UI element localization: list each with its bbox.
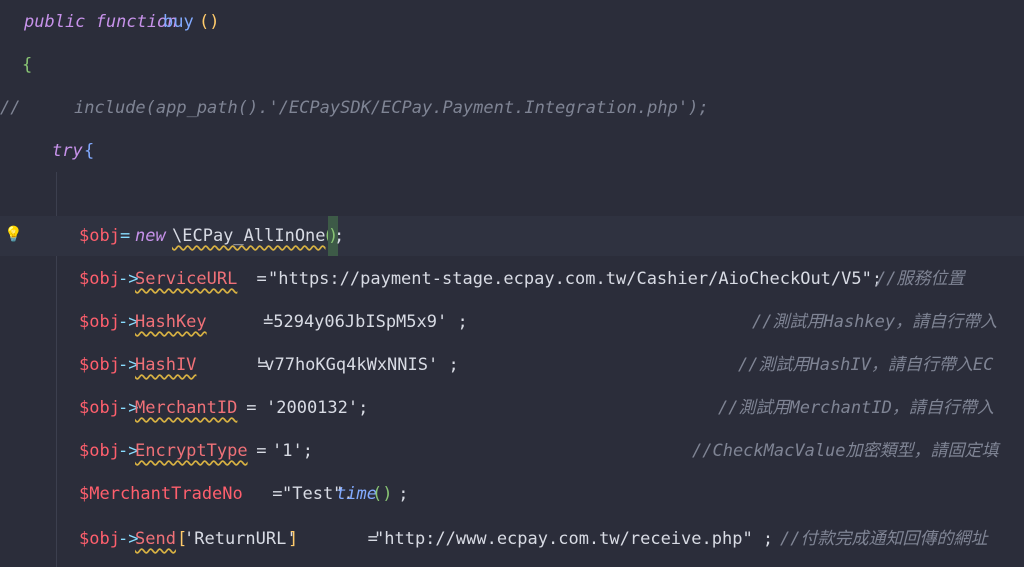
- code-line-3[interactable]: // include(app_path().'/ECPaySDK/ECPay.P…: [0, 88, 1024, 128]
- variable-obj: $obj: [79, 312, 120, 332]
- property-merchant-id: MerchantID: [135, 398, 238, 418]
- code-line-5[interactable]: [0, 174, 1024, 214]
- property-hash-key: HashKey: [135, 312, 207, 332]
- variable-obj: $obj: [79, 529, 120, 549]
- code-line-13[interactable]: $obj -> Send [ 'ReturnURL' ] = "http://w…: [0, 519, 1024, 559]
- string-service-url: "https://payment-stage.ecpay.com.tw/Cash…: [268, 269, 883, 289]
- code-line-8[interactable]: $obj -> HashKey = '5294y06JbISpM5x9' ; /…: [0, 302, 1024, 342]
- assign-operator: =: [120, 226, 131, 246]
- comment-service-url: //服務位置: [876, 269, 965, 289]
- code-line-2[interactable]: {: [0, 45, 1024, 85]
- comment-encrypt-type: //CheckMacValue加密類型，請固定填: [692, 441, 999, 461]
- code-editor[interactable]: public function buy () { // include(app_…: [0, 0, 1024, 567]
- class-name: \ECPay_AllInOne: [172, 226, 326, 246]
- comment-merchant-id: //測試用MerchantID，請自行帶入: [718, 398, 994, 418]
- code-line-11[interactable]: $obj -> EncryptType = '1'; //CheckMacVal…: [0, 431, 1024, 471]
- statement-end: ;: [334, 226, 345, 246]
- string-return-url-key: 'ReturnURL': [184, 529, 297, 549]
- lightbulb-icon[interactable]: 💡: [4, 224, 23, 244]
- keyword-try: try: [52, 141, 83, 161]
- variable-obj: $obj: [79, 441, 120, 461]
- variable-merchant-trade-no: $MerchantTradeNo: [79, 484, 243, 504]
- variable-obj: $obj: [79, 226, 120, 246]
- try-open-brace: {: [84, 141, 95, 161]
- assign: =: [236, 398, 267, 418]
- variable-obj: $obj: [79, 269, 120, 289]
- method-time: time: [336, 484, 377, 504]
- code-line-1[interactable]: public function buy (): [0, 2, 1024, 42]
- keyword-public-function: public function: [24, 12, 178, 32]
- code-line-10[interactable]: $obj -> MerchantID = '2000132'; //測試用Mer…: [0, 388, 1024, 428]
- string-encrypt-type: '1';: [272, 441, 313, 461]
- code-line-9[interactable]: $obj -> HashIV = 'v77hoKGq4kWxNNIS' ; //…: [0, 345, 1024, 385]
- string-hash-key: '5294y06JbISpM5x9' ;: [263, 312, 468, 332]
- function-name: buy: [163, 12, 194, 32]
- function-parens: (): [199, 12, 220, 32]
- comment-return-url: //付款完成通知回傳的網址: [780, 529, 988, 549]
- comment-hash-iv: //測試用HashIV，請自行帶入EC: [738, 355, 994, 375]
- code-line-6[interactable]: $obj = new \ECPay_AllInOne ( ) ;: [0, 216, 1024, 256]
- code-line-4[interactable]: try {: [0, 131, 1024, 171]
- variable-obj: $obj: [79, 398, 120, 418]
- code-line-7[interactable]: $obj -> ServiceURL = "https://payment-st…: [0, 259, 1024, 299]
- property-hash-iv: HashIV: [135, 355, 197, 375]
- keyword-new: new: [135, 226, 166, 246]
- property-send: Send: [135, 529, 176, 549]
- commented-include: include(app_path().'/ECPaySDK/ECPay.Paym…: [74, 98, 709, 118]
- variable-obj: $obj: [79, 355, 120, 375]
- string-merchant-id: '2000132';: [266, 398, 369, 418]
- comment-hash-key: //測試用Hashkey，請自行帶入: [752, 312, 998, 332]
- code-line-12[interactable]: $MerchantTradeNo = "Test". time () ;: [0, 474, 1024, 514]
- comment-mark: //: [0, 98, 21, 118]
- open-brace: {: [22, 55, 33, 75]
- string-hash-iv: 'v77hoKGq4kWxNNIS' ;: [254, 355, 459, 375]
- property-service-url: ServiceURL: [135, 269, 238, 289]
- statement-end: ;: [388, 484, 409, 504]
- string-return-url: "http://www.ecpay.com.tw/receive.php" ;: [374, 529, 774, 549]
- property-encrypt-type: EncryptType: [135, 441, 248, 461]
